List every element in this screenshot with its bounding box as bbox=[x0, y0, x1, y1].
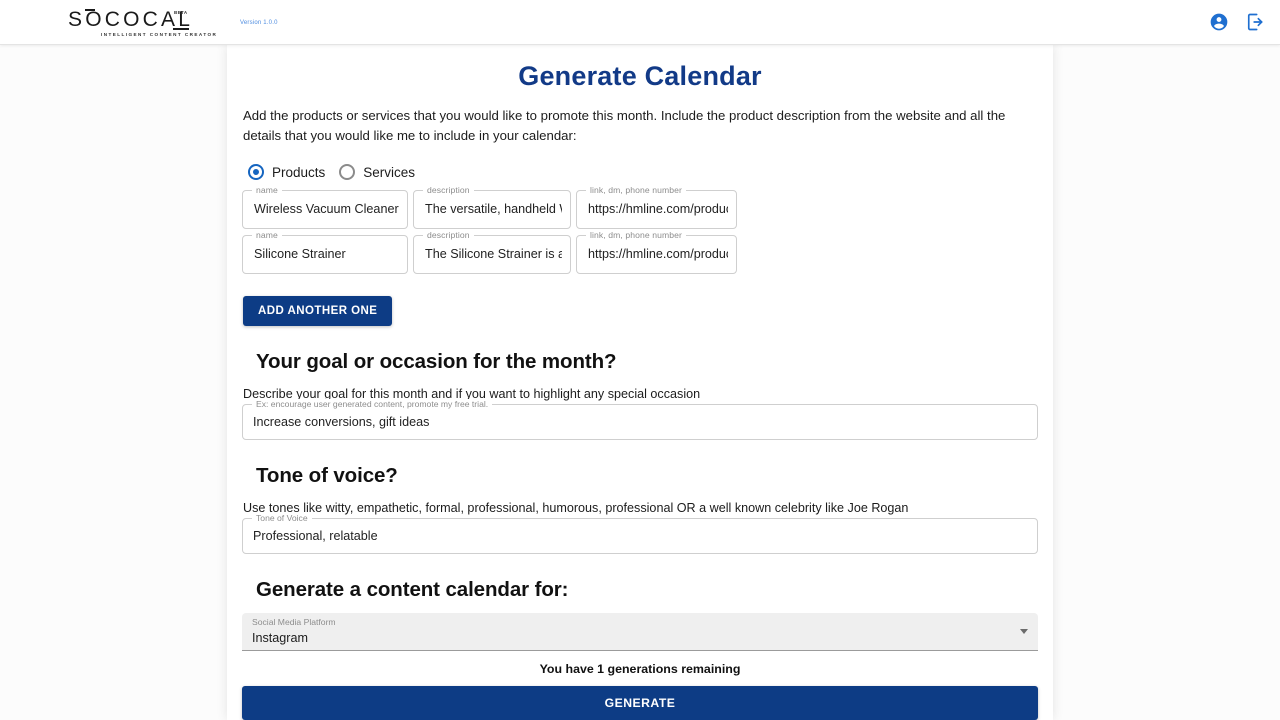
tone-input-label: Tone of Voice bbox=[252, 513, 312, 523]
logo-version-label: Version 1.0.0 bbox=[240, 20, 278, 26]
radio-option-services[interactable]: Services bbox=[337, 162, 423, 182]
product-name-value: Wireless Vacuum Cleaner bbox=[254, 202, 399, 216]
chevron-down-icon bbox=[1020, 629, 1028, 634]
tone-section-heading: Tone of voice? bbox=[242, 464, 1038, 488]
product-name-label: name bbox=[252, 185, 282, 195]
product-row: name Silicone Strainer description The S… bbox=[242, 235, 1038, 274]
tone-input[interactable]: Tone of Voice Professional, relatable bbox=[242, 518, 1038, 554]
goal-section-heading: Your goal or occasion for the month? bbox=[242, 350, 1038, 374]
product-link-value: https://hmline.com/products/ bbox=[588, 247, 728, 261]
platform-section-heading: Generate a content calendar for: bbox=[242, 578, 1038, 602]
radio-label-products: Products bbox=[272, 165, 325, 180]
account-circle-icon[interactable] bbox=[1208, 11, 1230, 33]
logo-beta-badge: BETA bbox=[174, 10, 188, 15]
generate-calendar-card: Generate Calendar Add the products or se… bbox=[227, 45, 1053, 720]
generations-remaining-text: You have 1 generations remaining bbox=[242, 662, 1038, 676]
logo-tagline: INTELLIGENT CONTENT CREATOR bbox=[101, 32, 217, 37]
page-intro-text: Add the products or services that you wo… bbox=[242, 106, 1038, 146]
goal-input[interactable]: Ex: encourage user generated content, pr… bbox=[242, 404, 1038, 440]
product-description-label: description bbox=[423, 230, 474, 240]
radio-label-services: Services bbox=[363, 165, 415, 180]
product-link-field[interactable]: link, dm, phone number https://hmline.co… bbox=[576, 235, 737, 274]
app-logo[interactable]: SOCOCAL BETA INTELLIGENT CONTENT CREATOR… bbox=[68, 6, 288, 40]
tone-input-value: Professional, relatable bbox=[253, 529, 378, 543]
goal-input-value: Increase conversions, gift ideas bbox=[253, 415, 429, 429]
header-actions bbox=[1208, 11, 1266, 33]
generate-button[interactable]: GENERATE bbox=[242, 686, 1038, 720]
product-description-label: description bbox=[423, 185, 474, 195]
product-name-value: Silicone Strainer bbox=[254, 247, 399, 261]
product-link-label: link, dm, phone number bbox=[586, 230, 686, 240]
product-link-value: https://hmline.com/products/ bbox=[588, 202, 728, 216]
logout-icon[interactable] bbox=[1244, 11, 1266, 33]
social-media-platform-value: Instagram bbox=[252, 631, 308, 645]
radio-selected-icon bbox=[248, 164, 264, 180]
logo-underbar-decoration bbox=[173, 28, 189, 30]
radio-option-products[interactable]: Products bbox=[246, 162, 333, 182]
product-row: name Wireless Vacuum Cleaner description… bbox=[242, 190, 1038, 229]
product-link-label: link, dm, phone number bbox=[586, 185, 686, 195]
product-name-label: name bbox=[252, 230, 282, 240]
tone-section-description: Use tones like witty, empathetic, formal… bbox=[242, 501, 1038, 515]
item-type-radio-group: Products Services bbox=[242, 162, 1038, 182]
radio-unselected-icon bbox=[339, 164, 355, 180]
product-description-field[interactable]: description The Silicone Strainer is an … bbox=[413, 235, 571, 274]
product-name-field[interactable]: name Wireless Vacuum Cleaner bbox=[242, 190, 408, 229]
product-description-value: The versatile, handheld Wire bbox=[425, 202, 562, 216]
page-title: Generate Calendar bbox=[242, 45, 1038, 92]
product-description-value: The Silicone Strainer is an in bbox=[425, 247, 562, 261]
product-description-field[interactable]: description The versatile, handheld Wire bbox=[413, 190, 571, 229]
product-link-field[interactable]: link, dm, phone number https://hmline.co… bbox=[576, 190, 737, 229]
product-name-field[interactable]: name Silicone Strainer bbox=[242, 235, 408, 274]
app-header: SOCOCAL BETA INTELLIGENT CONTENT CREATOR… bbox=[0, 0, 1280, 45]
add-another-one-button[interactable]: ADD ANOTHER ONE bbox=[243, 296, 392, 326]
social-media-platform-label: Social Media Platform bbox=[252, 617, 336, 627]
social-media-platform-select[interactable]: Social Media Platform Instagram bbox=[242, 613, 1038, 651]
goal-input-label: Ex: encourage user generated content, pr… bbox=[252, 399, 492, 409]
